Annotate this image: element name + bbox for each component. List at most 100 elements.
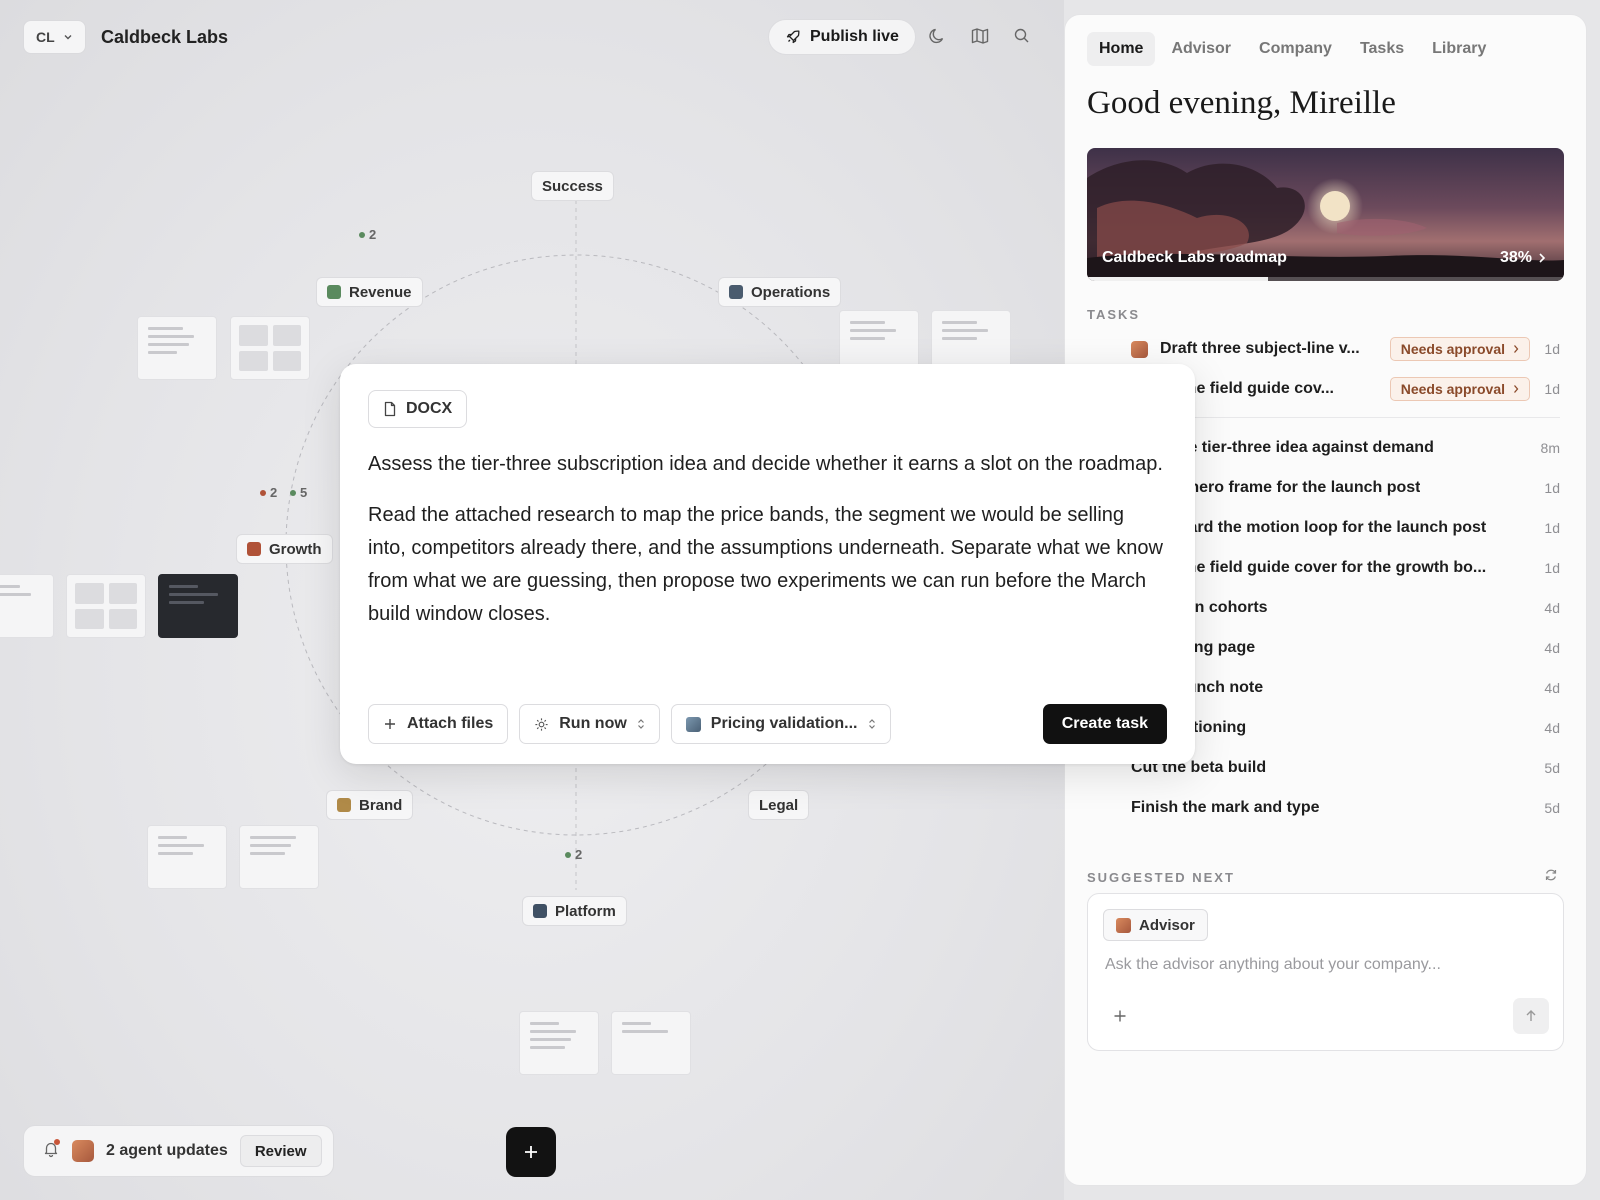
plus-icon <box>1114 1010 1126 1022</box>
advisor-composer: Advisor <box>1087 893 1564 1051</box>
grid-thumbnail[interactable] <box>66 574 146 638</box>
task-title: Draft three subject-line v... <box>1160 340 1360 357</box>
task-age: 4d <box>1544 680 1560 696</box>
task-age: 1d <box>1544 381 1560 397</box>
plus-icon <box>525 1146 537 1158</box>
task-brief-paragraph[interactable]: Assess the tier-three subscription idea … <box>368 448 1167 481</box>
run-now-label: Run now <box>559 715 627 732</box>
greeting-heading: Good evening, Mireille <box>1087 85 1396 121</box>
document-thumbnail[interactable] <box>147 825 227 889</box>
tab-home[interactable]: Home <box>1087 32 1156 66</box>
task-brief-paragraph[interactable]: Read the attached research to map the pr… <box>368 499 1167 631</box>
task-row[interactable]: Finish the mark and type 5d <box>1065 788 1586 828</box>
add-button[interactable] <box>506 1127 556 1177</box>
suggested-next-heading: SUGGESTED NEXT <box>1087 870 1235 885</box>
roadmap-hero-card[interactable]: Caldbeck Labs roadmap 38% <box>1087 148 1564 281</box>
status-dot <box>359 231 365 238</box>
orbit-node-label: Platform <box>555 902 616 920</box>
run-schedule-select[interactable]: Run now <box>519 704 660 744</box>
arrow-up-icon <box>1526 1010 1536 1021</box>
growth-color-swatch <box>247 542 261 556</box>
attachment-chip[interactable]: DOCX <box>368 390 468 428</box>
advisor-input[interactable] <box>1105 956 1545 974</box>
panel-tabs: Home Advisor Company Tasks Library <box>1087 32 1498 66</box>
tab-tasks[interactable]: Tasks <box>1348 32 1416 66</box>
platform-count: 2 <box>565 847 582 862</box>
growth-count-done: 5 <box>290 485 307 500</box>
roadmap-progress-fill <box>1087 277 1269 281</box>
growth-count-pending: 2 <box>260 485 277 500</box>
task-row[interactable]: Draft three subject-line v... Needs appr… <box>1065 329 1586 369</box>
review-button[interactable]: Review <box>239 1135 322 1167</box>
unread-dot <box>54 1138 60 1145</box>
tab-advisor[interactable]: Advisor <box>1159 32 1243 66</box>
send-button[interactable] <box>1513 998 1549 1034</box>
file-icon <box>384 401 396 417</box>
task-title: Finish the mark and type <box>1131 799 1320 816</box>
revenue-count: 2 <box>359 227 376 242</box>
status-dot <box>290 489 296 496</box>
create-task-dialog: DOCX Assess the tier-three subscription … <box>340 364 1195 764</box>
project-label: Pricing validation... <box>710 715 858 732</box>
grid-thumbnail[interactable] <box>230 316 310 380</box>
advisor-swatch <box>1116 917 1131 933</box>
chevron-right-icon <box>1514 345 1519 353</box>
attach-files-label: Attach files <box>407 715 494 732</box>
agent-avatar <box>72 1140 94 1162</box>
agent-updates-text: 2 agent updates <box>106 1142 228 1159</box>
document-thumbnail[interactable] <box>0 574 54 638</box>
document-thumbnail[interactable] <box>519 1011 599 1075</box>
orbit-node-label: Brand <box>359 796 403 814</box>
sun-icon <box>535 717 548 731</box>
dark-document-thumbnail[interactable] <box>158 574 238 638</box>
task-age: 4d <box>1544 640 1560 656</box>
roadmap-progress-label: 38% <box>1499 249 1532 266</box>
orbit-node-label: Revenue <box>349 283 412 301</box>
orbit-node-label: Growth <box>269 540 322 558</box>
brand-color-swatch <box>337 798 351 812</box>
orbit-node-growth[interactable]: Growth <box>236 534 333 564</box>
task-age: 5d <box>1544 800 1560 816</box>
tab-company[interactable]: Company <box>1247 32 1344 66</box>
orbit-node-label: Operations <box>751 283 831 301</box>
refresh-icon <box>1545 869 1557 881</box>
chevron-right-icon <box>1514 385 1519 393</box>
project-color-swatch <box>685 716 701 732</box>
count-value: 2 <box>575 847 583 862</box>
task-age: 1d <box>1544 560 1560 576</box>
count-value: 2 <box>369 227 377 242</box>
document-thumbnail[interactable] <box>137 316 217 380</box>
orbit-node-brand[interactable]: Brand <box>326 790 414 820</box>
dialog-actions: Attach files Run now Pricing validation.… <box>368 704 1167 744</box>
needs-approval-badge[interactable]: Needs approval <box>1389 377 1530 401</box>
document-thumbnail[interactable] <box>611 1011 691 1075</box>
project-select[interactable]: Pricing validation... <box>670 704 891 744</box>
roadmap-title: Caldbeck Labs roadmap <box>1102 249 1287 266</box>
count-value: 5 <box>300 485 308 500</box>
task-agent-swatch <box>1131 340 1148 358</box>
composer-add-button[interactable] <box>1110 1006 1130 1026</box>
orbit-node-operations[interactable]: Operations <box>718 277 842 307</box>
notification-bell[interactable] <box>42 1138 60 1163</box>
advisor-chip[interactable]: Advisor <box>1103 909 1208 941</box>
orbit-node-revenue[interactable]: Revenue <box>316 277 423 307</box>
orbit-node-label: Success <box>542 177 603 195</box>
document-thumbnail[interactable] <box>239 825 319 889</box>
refresh-suggestions-button[interactable] <box>1544 868 1558 887</box>
task-age: 1d <box>1544 480 1560 496</box>
orbit-node-platform[interactable]: Platform <box>522 896 627 926</box>
attach-files-button[interactable]: Attach files <box>368 704 509 744</box>
chevron-up-down-icon <box>637 719 644 729</box>
tab-library[interactable]: Library <box>1420 32 1498 66</box>
chevron-right-icon <box>1539 253 1546 263</box>
task-age: 4d <box>1544 720 1560 736</box>
task-age: 4d <box>1544 600 1560 616</box>
chevron-up-down-icon <box>868 719 875 729</box>
create-task-button[interactable]: Create task <box>1042 704 1167 744</box>
tasks-heading: TASKS <box>1087 307 1141 322</box>
platform-color-swatch <box>533 904 547 918</box>
orbit-node-legal[interactable]: Legal <box>748 790 810 820</box>
orbit-node-success[interactable]: Success <box>531 171 614 201</box>
count-value: 2 <box>270 485 278 500</box>
needs-approval-badge[interactable]: Needs approval <box>1389 337 1530 361</box>
